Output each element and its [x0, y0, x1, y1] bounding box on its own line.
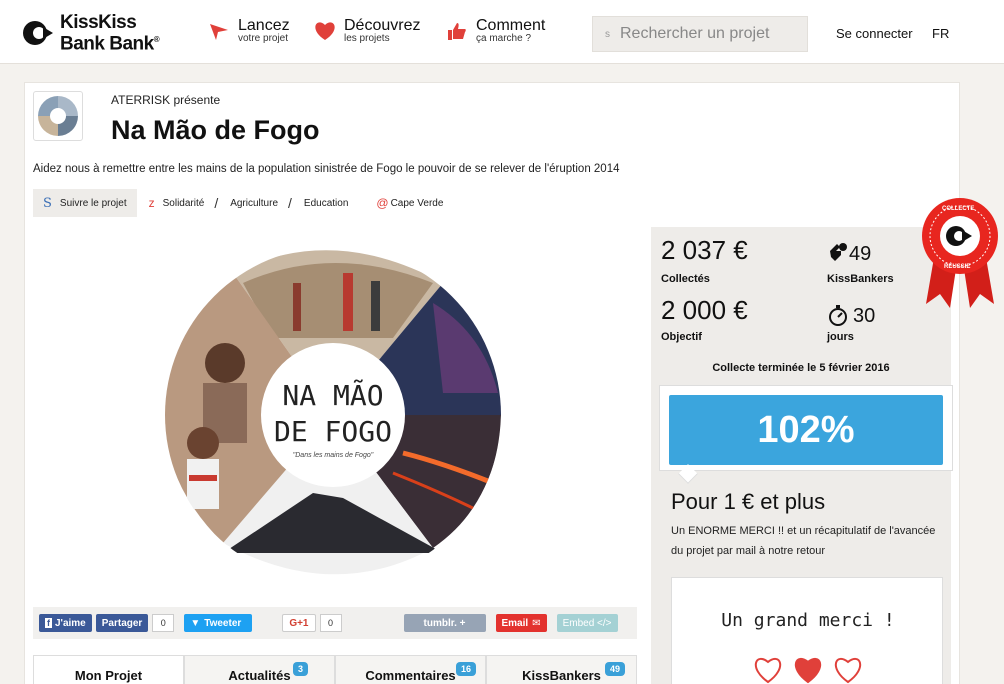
project-avatar[interactable]: [33, 91, 83, 141]
project-title: Na Mão de Fogo: [111, 115, 320, 145]
tag-separator: /: [214, 195, 219, 211]
thumbs-up-icon: [444, 18, 470, 44]
heart-icon: [312, 18, 338, 44]
kissbankers-count: 49: [849, 243, 872, 265]
kisskissbankbank-logo[interactable]: KissKiss Bank Bank®: [22, 12, 160, 55]
kissbankers-icon: [827, 241, 849, 268]
avatar-image: [38, 96, 78, 136]
ribbon-top-text: COLLECTE: [942, 206, 974, 212]
project-description: Aidez nous à remettre entre les mains de…: [33, 163, 620, 175]
visual-subtitle: "Dans les mains de Fogo": [293, 452, 374, 459]
ribbon-bottom-text: RÉUSSIE: [944, 262, 970, 270]
search-box[interactable]: s: [592, 16, 808, 52]
facebook-icon: f: [45, 618, 52, 628]
tag-location[interactable]: @ Cape Verde: [376, 196, 443, 210]
project-card: ATERRISK présente Na Mão de Fogo Aidez n…: [24, 82, 960, 684]
language-selector[interactable]: FR: [932, 26, 949, 41]
nav-lancez-label: Lancez: [238, 17, 290, 34]
kissbankers-count-badge: 49: [605, 662, 626, 676]
tab-kissbankers[interactable]: KissBankers 49: [486, 655, 637, 684]
actualites-count-badge: 3: [293, 662, 309, 676]
facebook-count: 0: [152, 614, 175, 632]
nav-lancez-sub: votre projet: [238, 33, 289, 44]
logo-text: KissKiss Bank Bank®: [60, 12, 160, 55]
project-tags-bar: S Suivre le projet z Solidarité / Agricul…: [33, 189, 443, 217]
project-main-image[interactable]: NA MÃO DE FOGO "Dans les mains de Fogo": [143, 243, 549, 588]
hearts-icon: [755, 657, 861, 684]
project-tabs: Mon Projet Actualités 3 Commentaires 16 Ki…: [33, 655, 637, 684]
follow-label: Suivre le projet: [59, 197, 127, 209]
top-navigation-bar: KissKiss Bank Bank® Lancez votre projet …: [0, 0, 1004, 64]
facebook-share-button[interactable]: Partager: [95, 614, 149, 632]
amount-collected: 2 037 €: [661, 235, 748, 265]
twitter-icon: ▼: [190, 617, 201, 629]
tag-education[interactable]: Education: [304, 198, 348, 209]
kissbankers-label: KissBankers: [827, 273, 894, 285]
login-link[interactable]: Se connecter: [836, 26, 913, 41]
progress-bar: 102%: [669, 395, 943, 465]
tag-agriculture[interactable]: Agriculture: [230, 198, 278, 209]
reward-image-text: Un grand merci !: [721, 610, 895, 631]
project-presenter: ATERRISK présente: [111, 93, 221, 107]
nav-comment[interactable]: Comment ça marche ?: [444, 18, 545, 45]
tumblr-button[interactable]: tumblr. +: [403, 614, 486, 632]
days-label: jours: [827, 331, 854, 343]
share-bar: f J'aime Partager 0 ▼ Tweeter G+1 0 tumblr…: [33, 607, 637, 639]
follow-project-button[interactable]: S Suivre le projet: [33, 189, 137, 217]
reward-image: Un grand merci !: [671, 577, 943, 684]
location-icon: @: [376, 196, 389, 210]
stopwatch-icon: [827, 303, 849, 332]
tweet-button[interactable]: ▼ Tweeter: [184, 614, 253, 632]
nav-decouvrez[interactable]: Découvrez les projets: [312, 18, 420, 45]
goal-amount: 2 000 €: [661, 295, 748, 325]
logo-mark-icon: [23, 21, 53, 46]
tab-actualites[interactable]: Actualités 3: [184, 655, 335, 684]
visual-title-line2: DE FOGO: [274, 415, 392, 448]
funding-sidebar: 2 037 € Collectés 49 KissBankers 2 000 €…: [651, 227, 953, 684]
amount-collected-label: Collectés: [661, 273, 710, 285]
nav-comment-sub: ça marche ?: [476, 33, 532, 44]
google-plus-button[interactable]: G+1: [282, 614, 316, 632]
nav-decouvrez-sub: les projets: [344, 33, 390, 44]
embed-button[interactable]: Embed </>: [556, 614, 618, 632]
tag-solidarite[interactable]: z Solidarité: [149, 196, 205, 210]
google-plus-count: 0: [319, 614, 342, 632]
search-input[interactable]: [620, 25, 800, 43]
envelope-icon: ✉: [532, 617, 541, 629]
visual-title-line1: NA MÃO: [282, 379, 383, 412]
nav-comment-label: Comment: [476, 17, 546, 34]
tab-commentaires[interactable]: Commentaires 16: [335, 655, 486, 684]
nav-decouvrez-label: Découvrez: [344, 17, 421, 34]
email-button[interactable]: Email ✉: [495, 614, 547, 632]
reward-title[interactable]: Pour 1 € et plus: [671, 489, 825, 515]
collecte-reussie-ribbon: COLLECTE RÉUSSIE: [922, 198, 998, 308]
tab-mon-projet[interactable]: Mon Projet: [33, 655, 184, 684]
progress-box: 102%: [659, 385, 953, 471]
goal-label: Objectif: [661, 331, 702, 343]
follow-icon: S: [43, 195, 52, 211]
paper-plane-icon: [206, 18, 232, 44]
campaign-ended-text: Collecte terminée le 5 février 2016: [712, 362, 890, 374]
days-count: 30: [853, 305, 876, 327]
category-icon: z: [148, 196, 155, 210]
facebook-like-button[interactable]: f J'aime: [39, 614, 92, 632]
nav-lancez[interactable]: Lancez votre projet: [206, 18, 290, 45]
project-collage-image: NA MÃO DE FOGO "Dans les mains de Fogo": [165, 247, 501, 583]
search-icon: s: [605, 28, 610, 40]
reward-description: Un ENORME MERCI !! et un récapitulatif d…: [671, 525, 936, 557]
commentaires-count-badge: 16: [456, 662, 477, 676]
tag-separator: /: [288, 195, 292, 211]
